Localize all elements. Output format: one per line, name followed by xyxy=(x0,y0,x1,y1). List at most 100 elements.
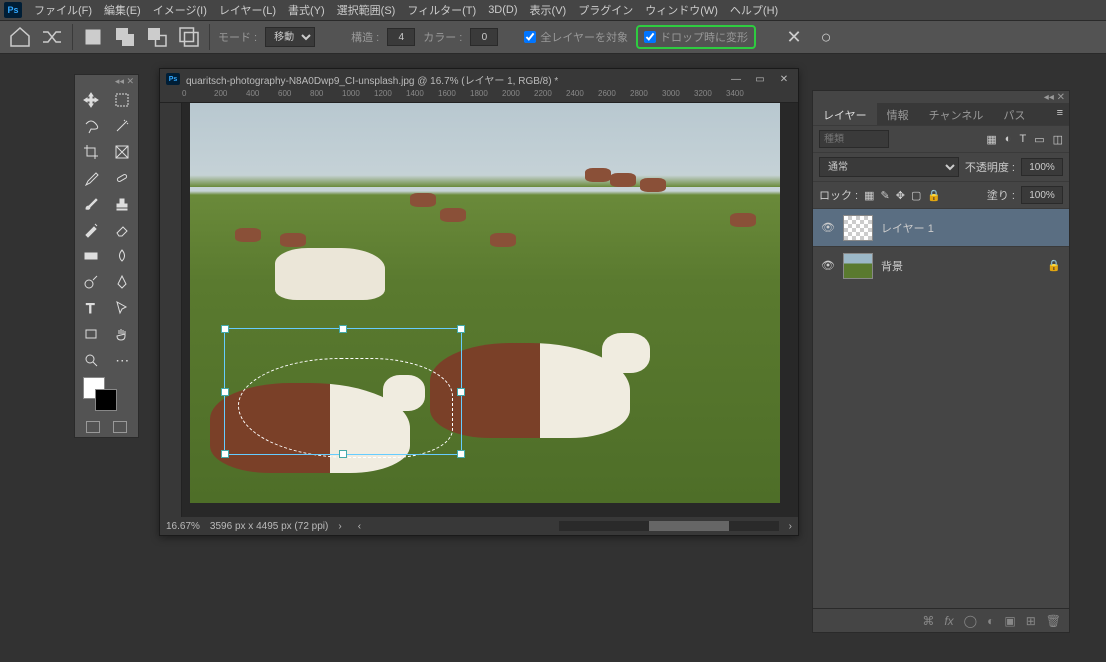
transform-on-drop-checkbox[interactable]: ドロップ時に変形 xyxy=(644,29,748,45)
healing-tool[interactable] xyxy=(107,165,139,191)
filter-image-icon[interactable]: ▦ xyxy=(986,133,996,146)
layer-name[interactable]: 背景 xyxy=(881,258,903,274)
panel-header[interactable]: ◂◂ ✕ xyxy=(813,91,1069,103)
lock-artboard-icon[interactable]: ▢ xyxy=(911,189,921,202)
new-layer-icon[interactable]: ⊞ xyxy=(1026,614,1036,628)
blur-tool[interactable] xyxy=(107,243,139,269)
filter-shape-icon[interactable]: ▭ xyxy=(1034,133,1044,146)
lock-pixels-icon[interactable]: ▦ xyxy=(864,189,874,202)
layer-thumbnail[interactable] xyxy=(843,253,873,279)
intersect-selection-icon[interactable] xyxy=(177,25,201,49)
layer-item[interactable]: 👁 背景 🔒 xyxy=(813,246,1069,284)
menu-image[interactable]: イメージ(I) xyxy=(147,2,213,18)
menu-plugin[interactable]: プラグイン xyxy=(572,2,639,18)
scrollbar-thumb[interactable] xyxy=(649,521,729,531)
dodge-tool[interactable] xyxy=(75,269,107,295)
layer-thumbnail[interactable] xyxy=(843,215,873,241)
transform-handle-s[interactable] xyxy=(339,450,347,458)
vertical-ruler[interactable] xyxy=(160,103,182,517)
screenmode-standard[interactable] xyxy=(86,421,100,433)
shape-tool[interactable] xyxy=(75,321,107,347)
background-swatch[interactable] xyxy=(95,389,117,411)
new-selection-icon[interactable] xyxy=(81,25,105,49)
layer-item[interactable]: 👁 レイヤー 1 xyxy=(813,208,1069,246)
wand-tool[interactable] xyxy=(107,113,139,139)
scroll-left-icon[interactable]: ‹ xyxy=(358,521,361,532)
filter-adjust-icon[interactable]: ◐ xyxy=(1005,133,1012,146)
transform-handle-nw[interactable] xyxy=(221,325,229,333)
transform-handle-sw[interactable] xyxy=(221,450,229,458)
menu-file[interactable]: ファイル(F) xyxy=(28,2,98,18)
menu-view[interactable]: 表示(V) xyxy=(524,2,573,18)
home-icon[interactable] xyxy=(8,25,32,49)
transform-bounding-box[interactable] xyxy=(224,328,462,455)
menu-type[interactable]: 書式(Y) xyxy=(282,2,331,18)
visibility-icon[interactable]: 👁 xyxy=(821,221,835,234)
add-selection-icon[interactable] xyxy=(113,25,137,49)
link-layers-icon[interactable]: ⌘ xyxy=(922,614,934,628)
layer-mask-icon[interactable]: ◯ xyxy=(964,614,977,628)
pen-tool[interactable] xyxy=(107,269,139,295)
hand-tool[interactable] xyxy=(107,321,139,347)
eraser-tool[interactable] xyxy=(107,217,139,243)
gradient-tool[interactable] xyxy=(75,243,107,269)
zoom-level[interactable]: 16.67% xyxy=(166,521,200,532)
edit-toolbar[interactable]: ⋯ xyxy=(107,347,139,373)
history-brush-tool[interactable] xyxy=(75,217,107,243)
transform-handle-e[interactable] xyxy=(457,388,465,396)
scroll-right-icon[interactable]: › xyxy=(789,521,792,532)
menu-layer[interactable]: レイヤー(L) xyxy=(213,2,282,18)
lock-position-icon[interactable]: ✥ xyxy=(896,189,905,202)
filter-smart-icon[interactable]: ◫ xyxy=(1053,133,1063,146)
toolbox-header[interactable]: ◂◂ ✕ xyxy=(75,75,138,87)
status-chevron-icon[interactable]: › xyxy=(338,521,341,532)
maximize-icon[interactable]: ▭ xyxy=(752,74,768,85)
visibility-icon[interactable]: 👁 xyxy=(821,259,835,272)
menu-edit[interactable]: 編集(E) xyxy=(98,2,147,18)
panel-menu-icon[interactable]: ≡ xyxy=(1051,103,1069,125)
color-input[interactable] xyxy=(470,28,498,46)
move-tool[interactable] xyxy=(75,87,107,113)
marquee-tool[interactable] xyxy=(107,87,139,113)
tab-info[interactable]: 情報 xyxy=(877,103,919,125)
stamp-tool[interactable] xyxy=(107,191,139,217)
group-icon[interactable]: ▣ xyxy=(1004,614,1015,628)
frame-tool[interactable] xyxy=(107,139,139,165)
transform-handle-ne[interactable] xyxy=(457,325,465,333)
document-titlebar[interactable]: Ps quaritsch-photography-N8A0Dwp9_CI-uns… xyxy=(160,69,798,89)
cancel-icon[interactable]: ✕ xyxy=(782,25,806,49)
delete-layer-icon[interactable]: 🗑 xyxy=(1046,614,1061,628)
tab-layers[interactable]: レイヤー xyxy=(813,103,877,125)
transform-handle-w[interactable] xyxy=(221,388,229,396)
brush-tool[interactable] xyxy=(75,191,107,217)
document-dimensions[interactable]: 3596 px x 4495 px (72 ppi) xyxy=(210,521,328,532)
blend-mode-select[interactable]: 通常 xyxy=(819,157,959,177)
horizontal-ruler[interactable]: 0200400600800100012001400160018002000220… xyxy=(160,89,798,103)
menu-window[interactable]: ウィンドウ(W) xyxy=(639,2,724,18)
path-select-tool[interactable] xyxy=(107,295,139,321)
zoom-tool[interactable] xyxy=(75,347,107,373)
lasso-tool[interactable] xyxy=(75,113,107,139)
color-swatches[interactable] xyxy=(75,373,138,417)
crop-tool[interactable] xyxy=(75,139,107,165)
opacity-input[interactable] xyxy=(1021,158,1063,176)
menu-select[interactable]: 選択範囲(S) xyxy=(331,2,402,18)
close-icon[interactable]: ✕ xyxy=(776,74,792,85)
commit-icon[interactable]: ○ xyxy=(814,25,838,49)
menu-help[interactable]: ヘルプ(H) xyxy=(724,2,784,18)
transform-handle-se[interactable] xyxy=(457,450,465,458)
filter-type-icon[interactable]: T xyxy=(1019,133,1026,146)
structure-input[interactable] xyxy=(387,28,415,46)
type-tool[interactable]: T xyxy=(75,295,107,321)
minimize-icon[interactable]: — xyxy=(728,74,744,85)
tab-channels[interactable]: チャンネル xyxy=(919,103,994,125)
lock-all-icon[interactable]: 🔒 xyxy=(927,189,941,202)
eyedropper-tool[interactable] xyxy=(75,165,107,191)
horizontal-scrollbar[interactable] xyxy=(559,521,779,531)
layer-fx-icon[interactable]: fx xyxy=(944,614,953,628)
fill-input[interactable] xyxy=(1021,186,1063,204)
mode-select[interactable]: 移動 xyxy=(265,27,315,47)
adjustment-layer-icon[interactable]: ◐ xyxy=(987,614,994,628)
shuffle-icon[interactable] xyxy=(40,25,64,49)
all-layers-checkbox[interactable]: 全レイヤーを対象 xyxy=(524,29,628,45)
